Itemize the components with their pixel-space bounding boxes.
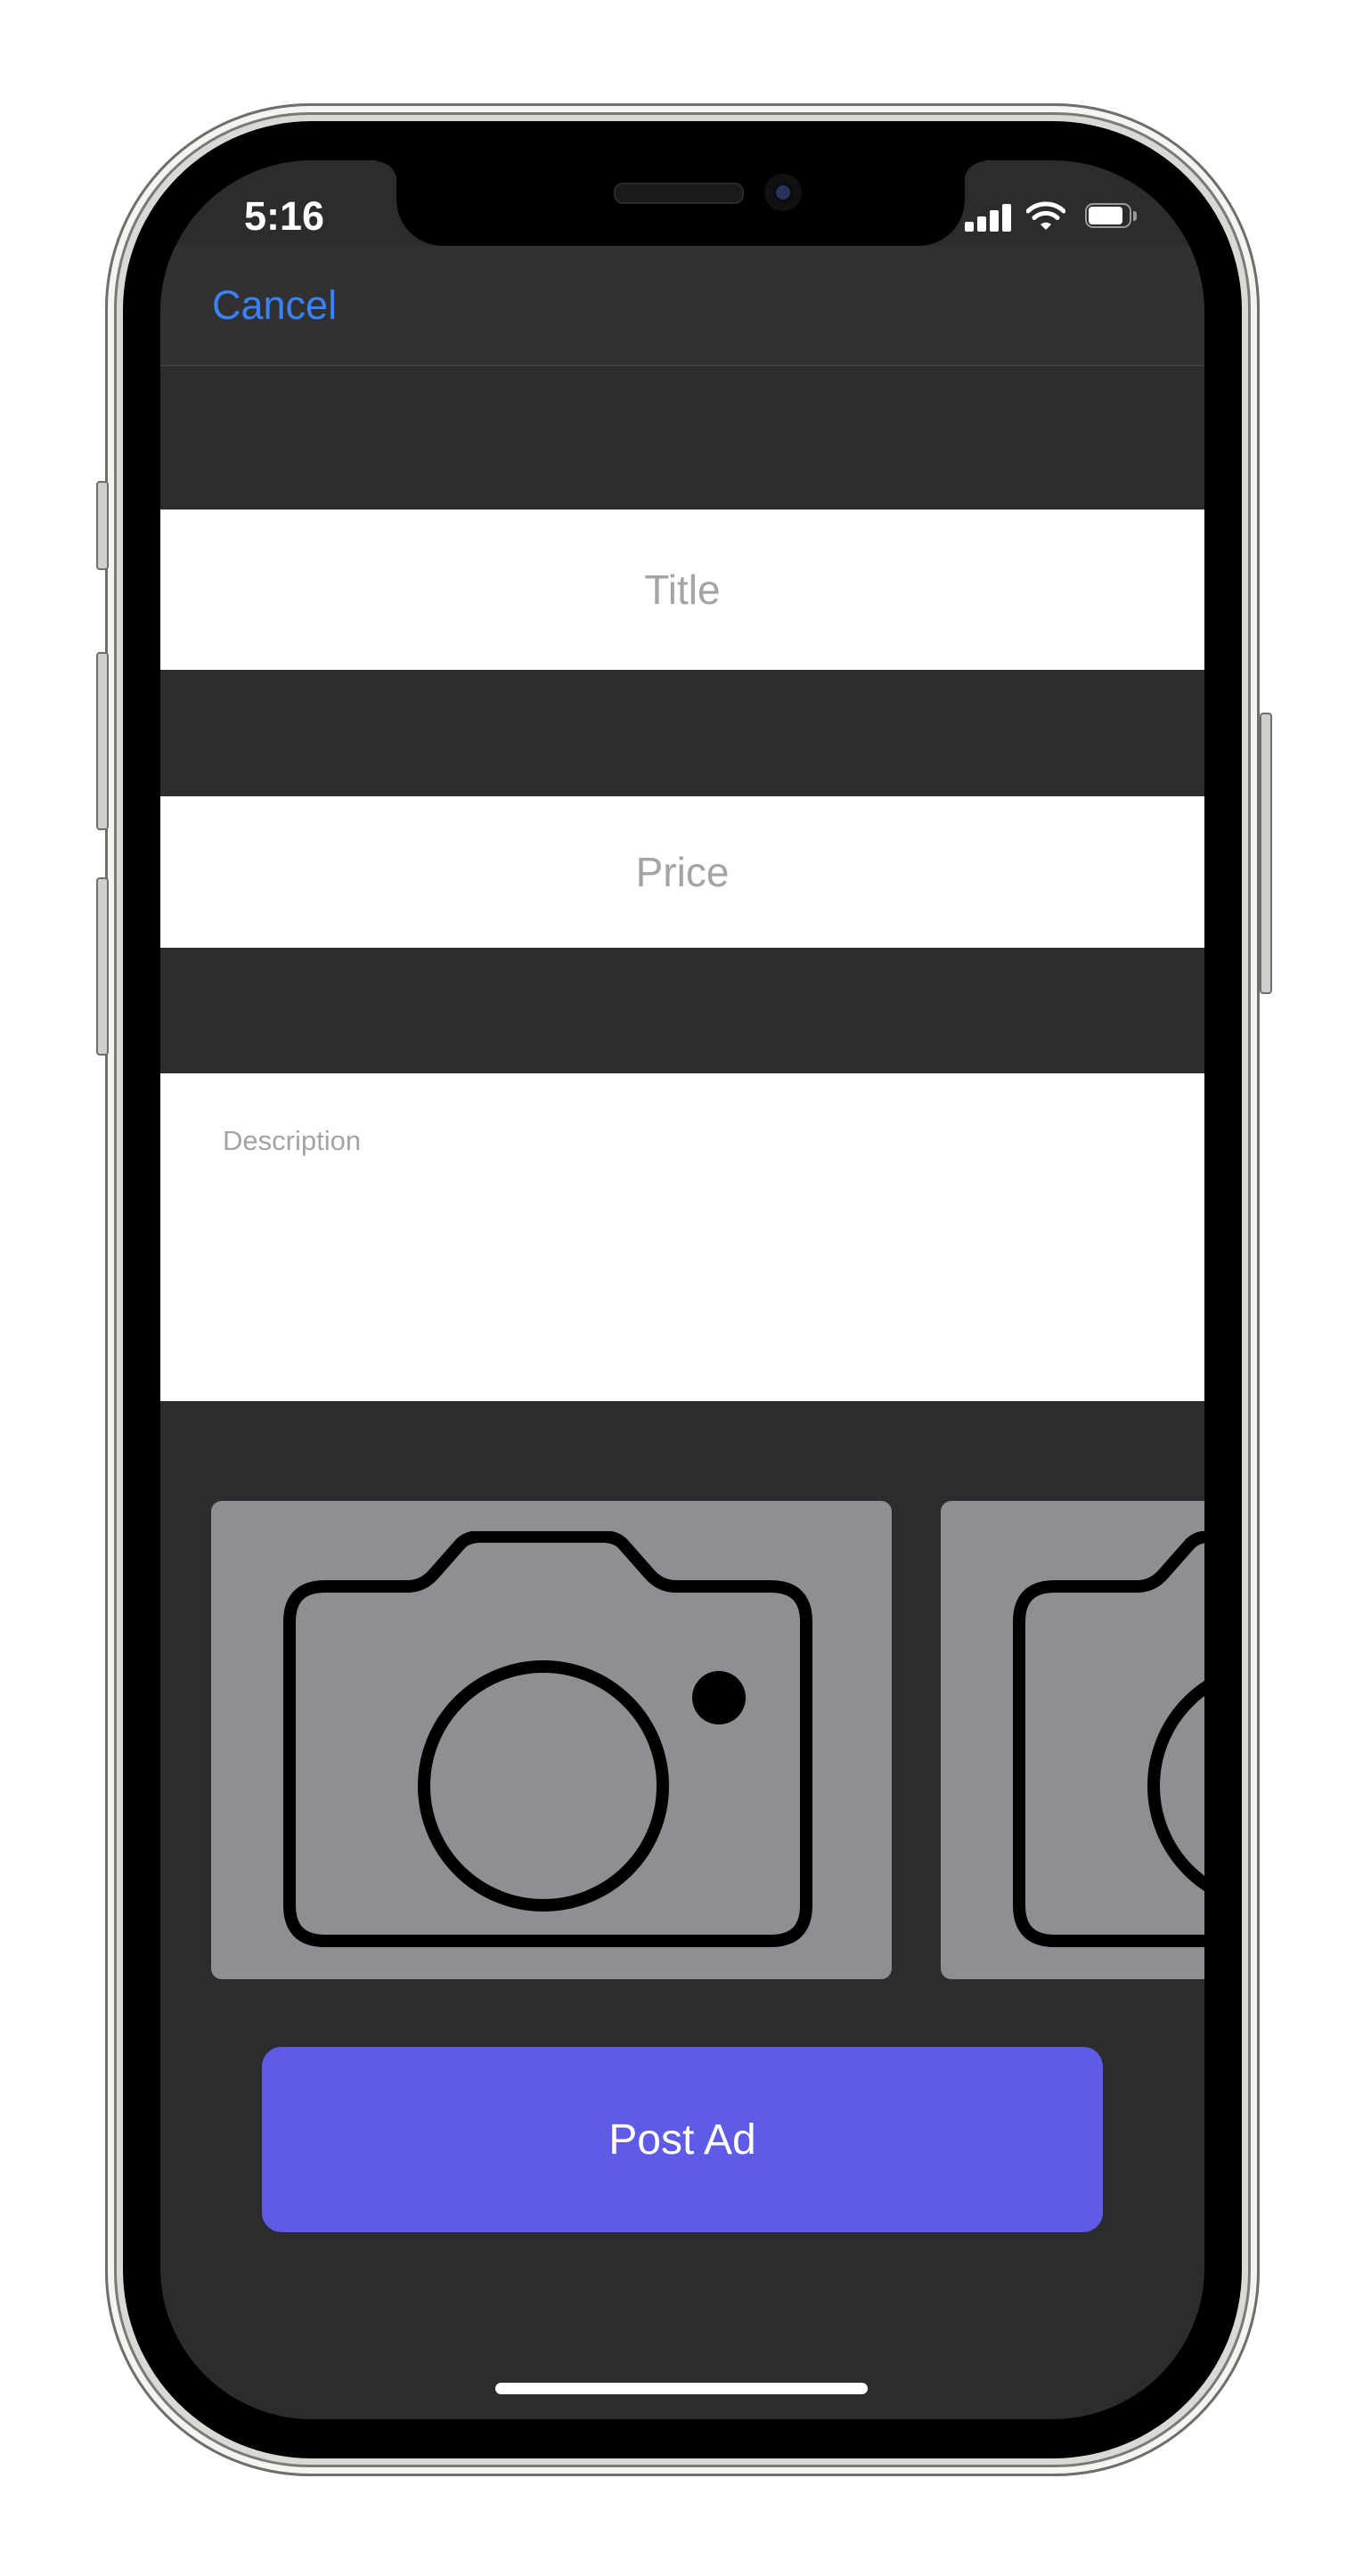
power-button	[1260, 713, 1272, 994]
photo-slot-1[interactable]	[211, 1501, 892, 1979]
volume-down-button	[96, 877, 109, 1056]
post-ad-button[interactable]: Post Ad	[262, 2047, 1103, 2232]
price-input[interactable]	[160, 796, 1204, 948]
wifi-icon	[1026, 201, 1065, 230]
mute-switch	[96, 481, 109, 570]
title-field-container	[160, 509, 1204, 670]
navigation-bar: Cancel	[160, 246, 1204, 366]
notch	[377, 160, 984, 246]
camera-icon	[283, 1531, 812, 1947]
description-textarea[interactable]	[160, 1073, 1204, 1401]
cellular-signal-icon	[965, 203, 1013, 232]
earpiece-speaker	[614, 183, 744, 204]
battery-icon	[1085, 203, 1139, 230]
home-indicator[interactable]	[495, 2383, 868, 2394]
status-time: 5:16	[244, 193, 325, 239]
price-field-container	[160, 796, 1204, 948]
description-field-container	[160, 1073, 1204, 1401]
camera-icon	[1013, 1531, 1204, 1947]
photo-slot-2[interactable]	[941, 1501, 1204, 1979]
cancel-button[interactable]: Cancel	[212, 282, 337, 329]
app-screen: 5:16 Cancel Title Price Description Post…	[160, 160, 1204, 2419]
volume-up-button	[96, 652, 109, 830]
front-camera	[764, 174, 802, 211]
title-input[interactable]	[160, 509, 1204, 670]
